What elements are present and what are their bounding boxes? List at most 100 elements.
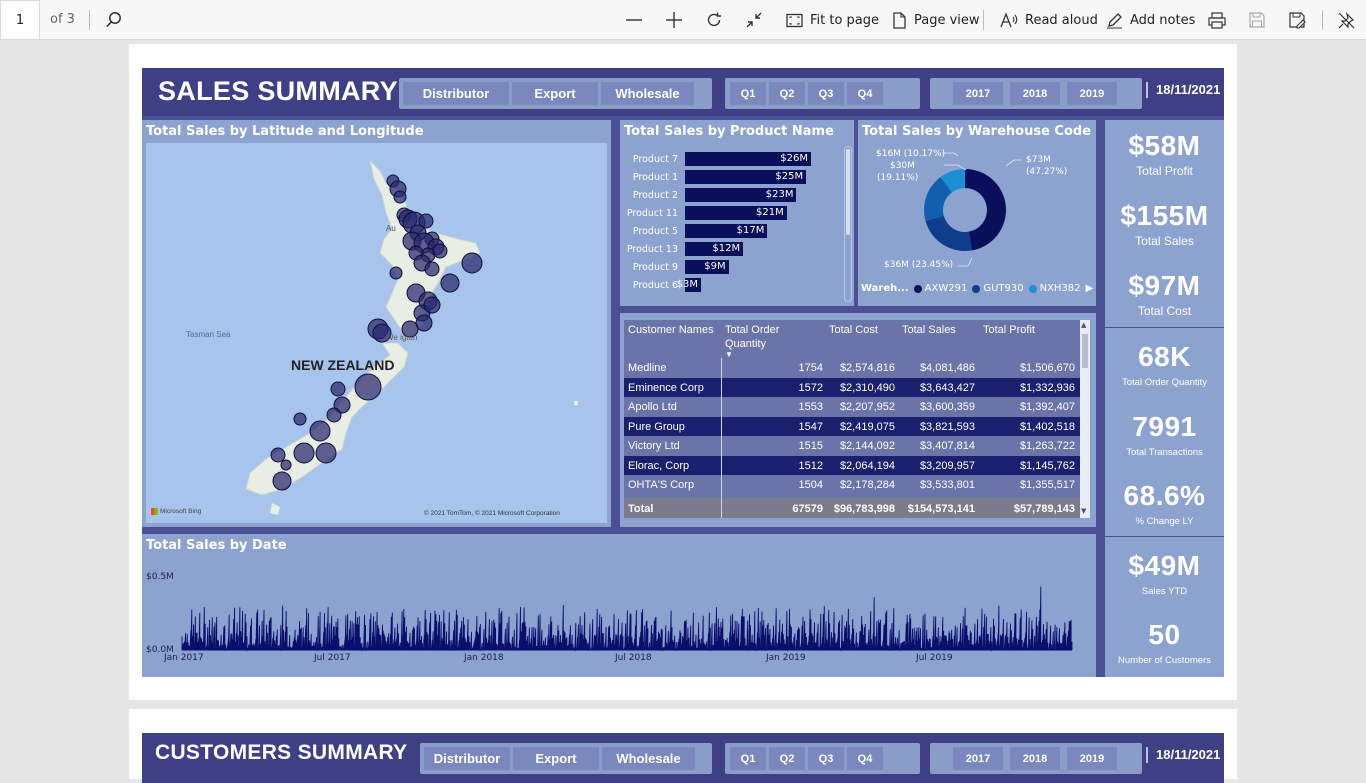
map-bubble[interactable] (270, 447, 286, 463)
donut-slice-gut930[interactable] (925, 215, 972, 251)
slicer-option-2017[interactable]: 2017 (953, 747, 1003, 770)
slicer-option-q3[interactable]: Q3 (808, 82, 844, 105)
bar[interactable]: $26M (685, 152, 811, 166)
map-bubble[interactable] (389, 266, 403, 280)
col-customer-names[interactable]: Customer Names (628, 323, 714, 337)
table-scrollbar[interactable]: ▲ ▼ (1080, 320, 1090, 518)
slicer-option-wholesale[interactable]: Wholesale (601, 82, 694, 105)
add-notes-button[interactable]: Add notes (1106, 0, 1195, 40)
table-row[interactable]: Eminence Corp 1572 $2,310,490 $3,643,427 $1,… (624, 377, 1081, 397)
map-bubble[interactable] (440, 273, 460, 293)
bar[interactable]: $23M (685, 188, 797, 202)
bar[interactable]: $21M (685, 206, 787, 220)
save-as-button[interactable] (1289, 0, 1306, 40)
table-row[interactable]: Victory Ltd 1515 $2,144,092 $3,407,814 $1,26… (624, 436, 1081, 456)
slicer-option-q1[interactable]: Q1 (730, 82, 766, 105)
slicer-option-q4[interactable]: Q4 (847, 747, 883, 770)
map-bubble[interactable] (424, 261, 440, 277)
read-aloud-button[interactable]: Read aloud (1000, 0, 1098, 40)
table-total-row[interactable]: Total 67579 $96,783,998 $154,573,141 $57,789… (624, 498, 1081, 518)
bar-row[interactable]: Product 6 $3M (620, 278, 854, 292)
zoom-in-button[interactable] (665, 0, 683, 40)
col-total-profit[interactable]: Total Profit (983, 323, 1035, 337)
slicer-option-2019[interactable]: 2019 (1067, 747, 1117, 770)
map-bubble[interactable] (461, 252, 483, 274)
slicer-option-distributor[interactable]: Distributor (403, 82, 509, 105)
col-total-order-qty[interactable]: Total Order Quantity ▼ (725, 323, 779, 359)
map-bubble[interactable] (309, 420, 331, 442)
slicer-option-export[interactable]: Export (513, 747, 599, 770)
legend-next-arrow[interactable]: ▶ (1086, 283, 1094, 294)
map-bubble[interactable] (330, 381, 346, 397)
bar-row[interactable]: Product 11 $21M (620, 206, 854, 220)
kpi-value: $155M (1120, 200, 1209, 231)
warehouse-donut-chart[interactable] (858, 120, 1096, 306)
table-row[interactable]: Elorac, Corp 1512 $2,064,194 $3,209,957 $1,1… (624, 455, 1081, 475)
quarter-slicer: Q1 Q2 Q3 Q4 (725, 78, 920, 109)
col-total-cost[interactable]: Total Cost (829, 323, 878, 337)
search-button[interactable] (105, 0, 123, 40)
product-bar-chart[interactable]: Product 7 $26M Product 1 $25M Product 2 $23M P… (620, 152, 854, 302)
map-bubble[interactable] (423, 296, 441, 314)
rotate-button[interactable] (705, 0, 723, 40)
slicer-option-2019[interactable]: 2019 (1067, 82, 1117, 105)
slicer-option-q2[interactable]: Q2 (769, 82, 805, 105)
legend-item-nxh382[interactable]: NXH382 (1028, 283, 1081, 294)
slicer-option-wholesale[interactable]: Wholesale (602, 747, 695, 770)
sales-map[interactable]: NEW ZEALAND Tasman Sea Au We igton Micro… (146, 143, 607, 523)
bar[interactable]: $25M (685, 170, 807, 184)
bar-row[interactable]: Product 5 $17M (620, 224, 854, 238)
page-view-button[interactable]: Page view (891, 0, 980, 40)
map-bubble[interactable] (280, 459, 292, 471)
scroll-up-icon[interactable]: ▲ (1081, 321, 1086, 329)
sales-series-line[interactable] (181, 586, 1073, 652)
table-row[interactable]: Medline 1754 $2,574,816 $4,081,486 $1,506,67… (624, 358, 1081, 378)
slicer-option-q3[interactable]: Q3 (808, 747, 844, 770)
table-row[interactable]: OHTA'S Corp 1504 $2,178,284 $3,533,801 $1,35… (624, 475, 1081, 495)
bar[interactable]: $12M (685, 242, 744, 256)
print-button[interactable] (1208, 0, 1226, 40)
donut-slice-axw291[interactable] (965, 169, 1006, 251)
bar-row[interactable]: Product 9 $9M (620, 260, 854, 274)
bar-row[interactable]: Product 13 $12M (620, 242, 854, 256)
scroll-down-icon[interactable]: ▼ (1081, 507, 1086, 515)
bar[interactable]: $17M (685, 224, 768, 238)
map-bubble[interactable] (293, 442, 315, 464)
fit-to-page-button[interactable]: Fit to page (786, 0, 879, 40)
table-row[interactable]: Apollo Ltd 1553 $2,207,952 $3,600,359 $1,392… (624, 397, 1081, 417)
bar[interactable]: $3M (677, 278, 701, 292)
map-bubble[interactable] (293, 412, 307, 426)
product-scrollbar[interactable] (844, 146, 852, 302)
fullscreen-button[interactable] (745, 0, 763, 40)
zoom-out-button[interactable] (625, 0, 643, 40)
legend-item-axw291[interactable]: AXW291 (913, 283, 967, 294)
scrollbar-thumb[interactable] (846, 149, 850, 235)
map-bubble[interactable] (315, 442, 337, 464)
map-bubble[interactable] (393, 190, 407, 204)
scrollbar-thumb[interactable] (1082, 334, 1088, 368)
slicer-option-2017[interactable]: 2017 (953, 82, 1003, 105)
save-button[interactable] (1249, 0, 1265, 40)
bar-row[interactable]: Product 2 $23M (620, 188, 854, 202)
slicer-option-q1[interactable]: Q1 (730, 747, 766, 770)
search-icon (106, 12, 121, 28)
slicer-option-export[interactable]: Export (512, 82, 598, 105)
map-bubble[interactable] (326, 407, 342, 423)
read-aloud-label: Read aloud (1025, 12, 1098, 28)
map-bubble[interactable] (272, 471, 292, 491)
bar-row[interactable]: Product 1 $25M (620, 170, 854, 184)
slicer-option-q2[interactable]: Q2 (769, 747, 805, 770)
slicer-option-2018[interactable]: 2018 (1010, 82, 1060, 105)
page-number-input[interactable]: 1 (0, 0, 40, 40)
pin-toolbar-button[interactable] (1338, 0, 1355, 40)
map-bubble[interactable] (354, 373, 382, 401)
slicer-option-2018[interactable]: 2018 (1010, 747, 1060, 770)
table-row[interactable]: Pure Group 1547 $2,419,075 $3,821,593 $1,402… (624, 416, 1081, 436)
bar-row[interactable]: Product 7 $26M (620, 152, 854, 166)
map-bubble[interactable] (432, 243, 448, 259)
col-total-sales[interactable]: Total Sales (902, 323, 956, 337)
slicer-option-distributor[interactable]: Distributor (424, 747, 510, 770)
slicer-option-q4[interactable]: Q4 (847, 82, 883, 105)
bar[interactable]: $9M (685, 260, 729, 274)
legend-item-gut930[interactable]: GUT930 (972, 283, 1024, 294)
